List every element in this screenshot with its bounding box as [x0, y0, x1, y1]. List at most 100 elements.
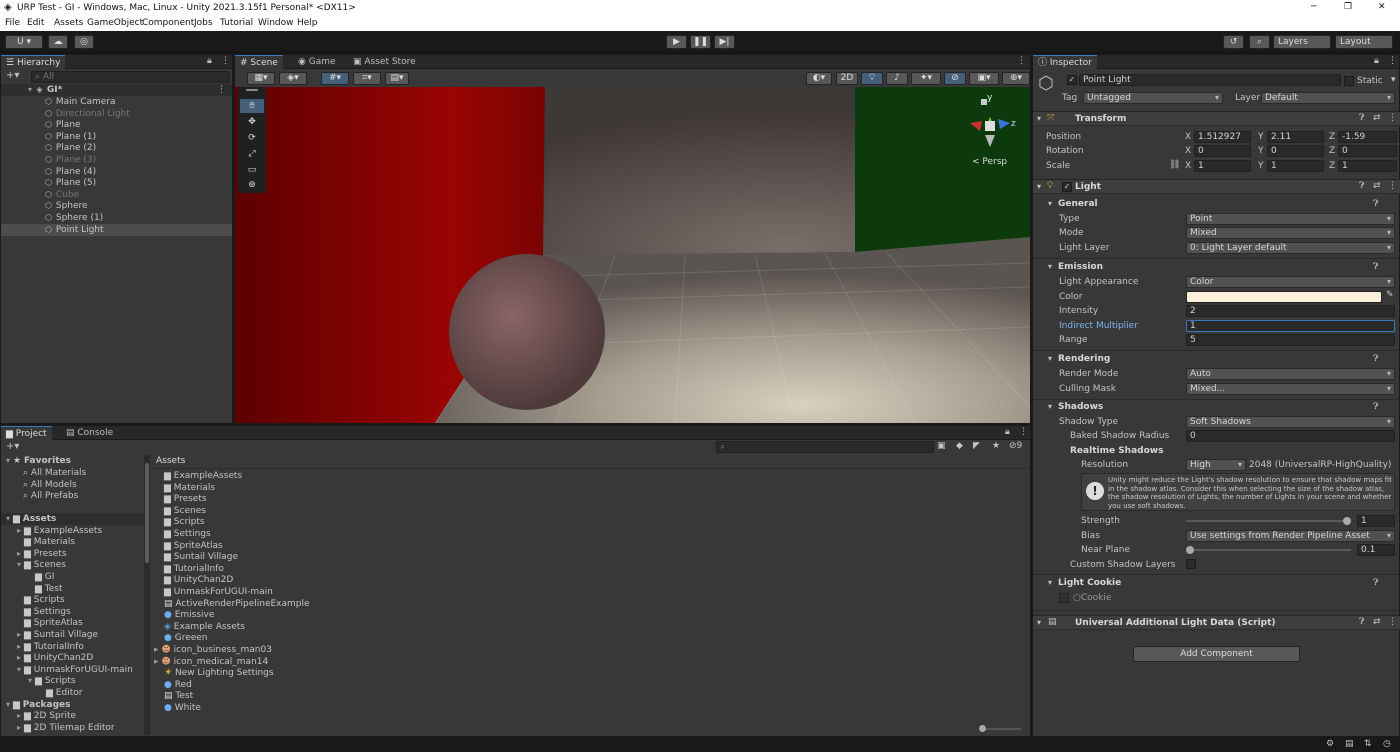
- favorite-item[interactable]: ⌕ All Prefabs: [1, 490, 78, 502]
- file-item[interactable]: ● White: [152, 702, 201, 714]
- help-icon[interactable]: ❓︎: [1359, 181, 1364, 191]
- scene-viewport[interactable]: y z < Persp ✋︎ ✥ ⟳ ⤢ ▭ ⊛: [235, 87, 1030, 423]
- kebab-menu-icon[interactable]: ⋮: [1388, 56, 1397, 66]
- help-icon[interactable]: ❓︎: [1373, 354, 1378, 364]
- file-item[interactable]: ◈ Example Assets: [152, 621, 245, 633]
- hierarchy-item[interactable]: ⬡ Point Light: [1, 223, 232, 236]
- tab-hierarchy[interactable]: ☰ Hierarchy: [1, 55, 66, 69]
- fold-open-icon[interactable]: ▾: [1037, 114, 1041, 123]
- tree-scrollbar[interactable]: [144, 455, 150, 735]
- static-dropdown-icon[interactable]: ▾: [1391, 75, 1396, 85]
- project-tree-item[interactable]: ▆ Test: [1, 583, 144, 595]
- hierarchy-item[interactable]: ⬡ Cube: [1, 189, 232, 201]
- network-icon[interactable]: ⇅: [1364, 739, 1372, 749]
- cloud-icon[interactable]: ☁: [48, 35, 68, 49]
- rotation-x-field[interactable]: 0: [1194, 145, 1251, 157]
- palette-handle[interactable]: [246, 89, 258, 91]
- file-item[interactable]: ● Greeen: [152, 632, 208, 644]
- fold-icon[interactable]: ▾: [14, 664, 24, 676]
- file-item[interactable]: ▆ UnityChan2D: [152, 574, 233, 586]
- menu-component[interactable]: Component: [142, 18, 194, 28]
- hierarchy-item[interactable]: ⬡ Sphere (1): [1, 212, 232, 224]
- draw-mode-dropdown[interactable]: ▦▾: [247, 72, 275, 85]
- zoom-slider-handle[interactable]: [979, 725, 986, 732]
- fold-open-icon[interactable]: ▾: [25, 84, 35, 96]
- fold-icon[interactable]: ▸: [14, 548, 24, 560]
- fold-icon[interactable]: ▸: [14, 652, 24, 664]
- file-item[interactable]: ▆ Presets: [152, 493, 207, 505]
- transform-tool-icon[interactable]: ⊛: [240, 178, 264, 192]
- menu-tutorial[interactable]: Tutorial: [220, 18, 253, 28]
- collab-icon[interactable]: ◎: [74, 35, 94, 49]
- project-tree-item[interactable]: ▾ ▆ Assets: [1, 513, 144, 525]
- fold-open-icon[interactable]: ▾: [1048, 354, 1052, 363]
- pause-button[interactable]: ❚❚: [690, 35, 711, 49]
- bias-dropdown[interactable]: Use settings from Render Pipeline Asset: [1186, 530, 1395, 542]
- hierarchy-item[interactable]: ⬡ Directional Light: [1, 108, 232, 120]
- kebab-menu-icon[interactable]: ⋮: [221, 56, 230, 66]
- fold-icon[interactable]: ▾: [3, 699, 13, 711]
- search-by-label-icon[interactable]: ◆: [956, 441, 963, 451]
- intensity-field[interactable]: 2: [1186, 305, 1395, 317]
- lighting-mode-dropdown[interactable]: ◐▾: [806, 72, 832, 85]
- hierarchy-item[interactable]: ⬡ Main Camera: [1, 96, 232, 108]
- move-tool-icon[interactable]: ✥: [240, 115, 264, 129]
- project-tree-item[interactable]: ▸ ▆ UnityChan2D: [1, 652, 144, 664]
- menu-jobs[interactable]: Jobs: [194, 18, 213, 28]
- project-tree-item[interactable]: ▸ ▆ TutorialInfo: [1, 641, 144, 653]
- type-dropdown[interactable]: Point: [1186, 213, 1395, 225]
- component-kebab-icon[interactable]: ⋮: [1388, 113, 1397, 123]
- object-name-field[interactable]: Point Light: [1079, 74, 1341, 86]
- constrain-proportions-icon[interactable]: ⛓︎: [1169, 160, 1180, 170]
- favorite-star-icon[interactable]: ★: [992, 441, 1000, 451]
- x-axis-label[interactable]: X: [1185, 161, 1191, 171]
- menu-file[interactable]: File: [5, 18, 20, 28]
- hidden-packages-icon[interactable]: ⊘9: [1009, 441, 1022, 451]
- project-tree-item[interactable]: ▆ Settings: [1, 606, 144, 618]
- progress-icon[interactable]: ⚙: [1326, 739, 1334, 749]
- fold-open-icon[interactable]: ▾: [1037, 618, 1041, 627]
- maximize-button[interactable]: ❐: [1344, 2, 1352, 12]
- scene-kebab-icon[interactable]: ⋮: [1017, 56, 1026, 66]
- fold-icon[interactable]: ▾: [3, 513, 13, 525]
- scale-z-field[interactable]: 1: [1338, 160, 1397, 172]
- hierarchy-item[interactable]: ⬡ Plane: [1, 119, 232, 131]
- search-icon[interactable]: ⌕: [1249, 35, 1270, 49]
- snap-tool-dropdown[interactable]: ▤▾: [385, 72, 409, 85]
- light-layer-dropdown[interactable]: 0: Light Layer default: [1186, 242, 1395, 254]
- file-item[interactable]: ▆ TutorialInfo: [152, 563, 224, 575]
- lock-icon[interactable]: 🔒︎: [207, 56, 212, 66]
- mode-dropdown[interactable]: Mixed: [1186, 227, 1395, 239]
- project-tree-item[interactable]: ▸ ▆ Suntail Village: [1, 629, 144, 641]
- fold-icon[interactable]: ▸: [14, 641, 24, 653]
- static-checkbox[interactable]: [1344, 76, 1354, 86]
- fold-open-icon[interactable]: ▾: [1048, 402, 1052, 411]
- toggle-2d-button[interactable]: 2D: [836, 72, 858, 85]
- tag-dropdown[interactable]: Untagged: [1083, 92, 1223, 104]
- add-component-button[interactable]: Add Component: [1133, 646, 1300, 662]
- near-plane-slider[interactable]: [1186, 546, 1351, 554]
- project-tree-item[interactable]: ▸ ▆ ExampleAssets: [1, 525, 144, 537]
- fold-open-icon[interactable]: ▾: [1048, 262, 1052, 271]
- layers-dropdown[interactable]: Layers: [1273, 35, 1331, 49]
- light-enabled-checkbox[interactable]: ✓: [1062, 182, 1072, 192]
- rect-tool-icon[interactable]: ▭: [240, 163, 264, 177]
- file-item[interactable]: ▆ Materials: [152, 482, 215, 494]
- gizmos-dropdown-icon[interactable]: ⊕▾: [1002, 72, 1030, 85]
- scale-tool-icon[interactable]: ⤢: [240, 147, 264, 161]
- near-plane-slider-handle[interactable]: [1186, 546, 1194, 554]
- create-dropdown-icon[interactable]: +▾: [6, 441, 19, 452]
- position-x-field[interactable]: 1.512927: [1194, 131, 1251, 143]
- help-icon[interactable]: ❓︎: [1373, 402, 1378, 412]
- position-z-field[interactable]: -1.59: [1338, 131, 1397, 143]
- project-tree-item[interactable]: ▾ ▆ Scripts: [1, 675, 144, 687]
- menu-edit[interactable]: Edit: [27, 18, 44, 28]
- hierarchy-item[interactable]: ⬡ Sphere: [1, 200, 232, 212]
- light-header[interactable]: ▾ 💡︎ ✓ Light ❓︎ ⇄ ⋮: [1033, 179, 1400, 194]
- fold-icon[interactable]: ▸: [14, 525, 24, 537]
- file-item[interactable]: ▤ ActiveRenderPipelineExample: [152, 598, 310, 610]
- render-mode-dropdown[interactable]: ◈▾: [279, 72, 307, 85]
- file-item[interactable]: ▆ ExampleAssets: [152, 470, 242, 482]
- help-icon[interactable]: ❓︎: [1373, 262, 1378, 272]
- notification-icon[interactable]: ◷: [1383, 739, 1391, 749]
